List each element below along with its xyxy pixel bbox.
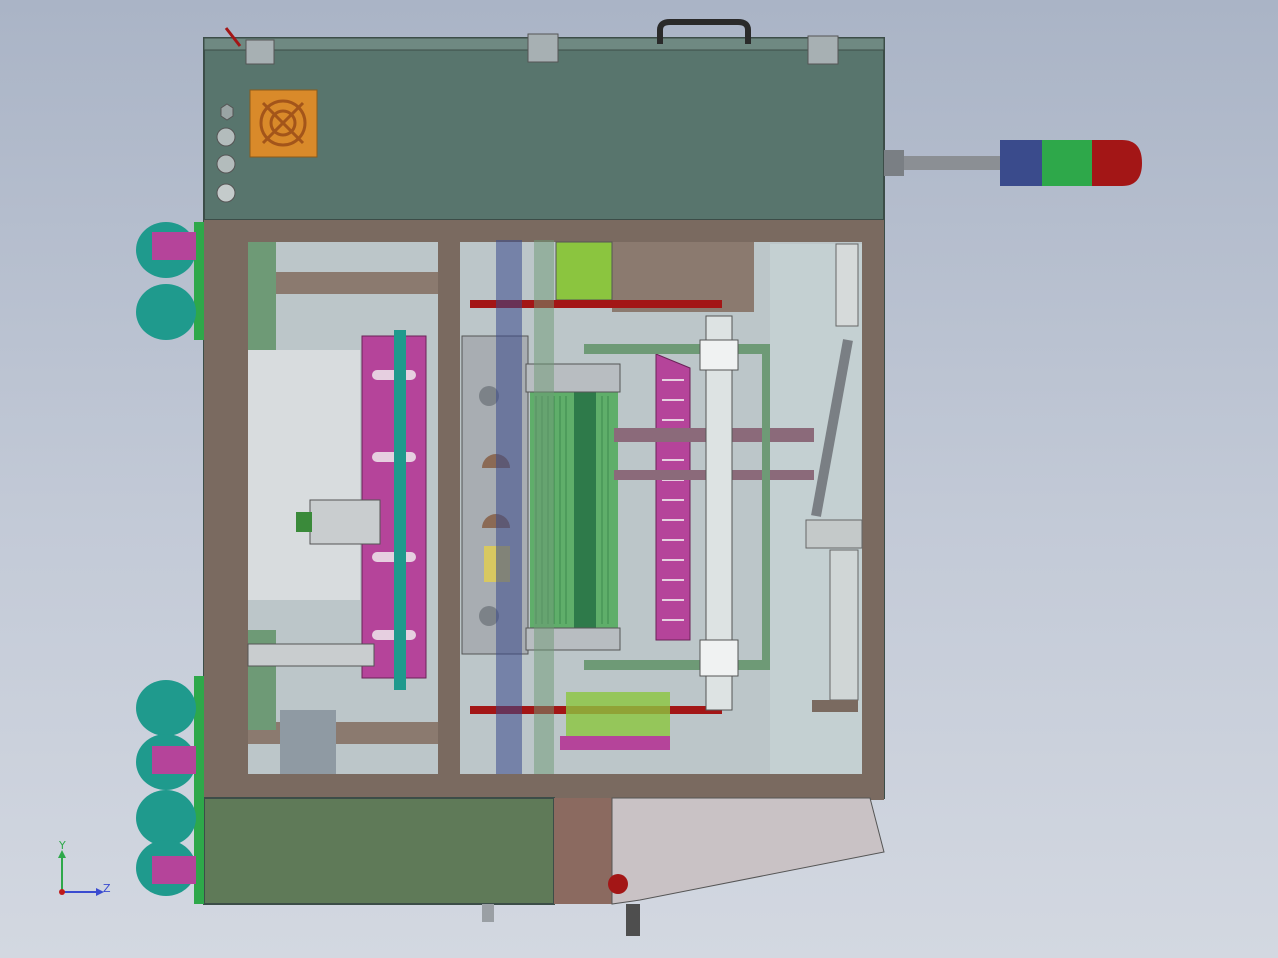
cooling-fan xyxy=(249,89,318,158)
hinge-left xyxy=(245,39,275,65)
signal-tower xyxy=(884,140,1142,186)
motor-6 xyxy=(136,840,196,896)
cad-viewport[interactable]: Y Z xyxy=(0,0,1278,958)
top-housing xyxy=(203,19,885,221)
motor-1 xyxy=(136,222,196,278)
magenta-chain-guide xyxy=(655,353,691,641)
panel-button-1 xyxy=(216,127,236,147)
signal-tower-blue xyxy=(1000,140,1042,186)
base-housing xyxy=(203,797,885,936)
triad-z-label: Z xyxy=(103,882,111,895)
hinge-middle xyxy=(527,33,559,63)
motor-2 xyxy=(136,284,196,340)
motor-5 xyxy=(136,790,196,846)
left-motors xyxy=(136,222,204,904)
right-slide xyxy=(699,315,739,711)
signal-tower-green xyxy=(1042,140,1092,186)
indicator-hex xyxy=(220,103,234,121)
hinge-right xyxy=(807,35,839,65)
orientation-triad: Y Z xyxy=(58,839,111,896)
motor-3 xyxy=(136,680,196,736)
signal-tower-red xyxy=(1092,140,1142,186)
green-sensor-block xyxy=(555,241,613,301)
panel-button-3 xyxy=(216,183,236,203)
triad-y-label: Y xyxy=(58,839,66,852)
panel-button-2 xyxy=(216,154,236,174)
motor-4 xyxy=(136,734,196,790)
